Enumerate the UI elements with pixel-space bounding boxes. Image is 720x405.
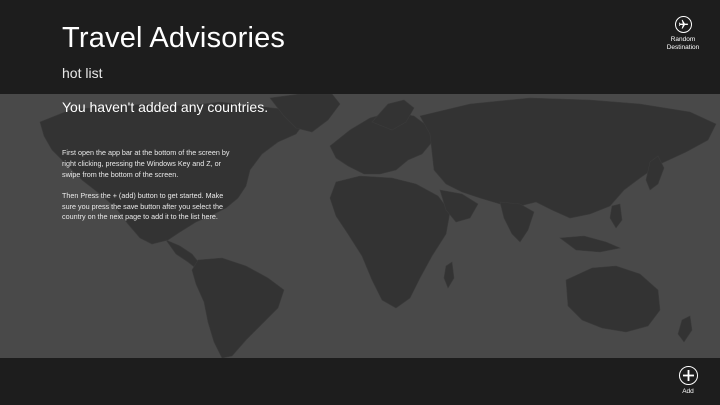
add-label: Add: [682, 388, 694, 395]
empty-list-heading: You haven't added any countries.: [62, 99, 269, 115]
instructions-paragraph-2: Then Press the + (add) button to get sta…: [62, 190, 224, 222]
add-button[interactable]: Add: [668, 366, 708, 396]
random-destination-button[interactable]: Random Destination: [659, 16, 707, 52]
australia-landmass: [565, 265, 661, 333]
madagascar-landmass: [443, 261, 455, 289]
india-landmass: [499, 201, 535, 243]
bottom-app-bar: [0, 358, 720, 405]
philippines-landmass: [609, 203, 623, 229]
random-destination-label-line1: Random: [670, 36, 696, 43]
airplane-icon: [674, 16, 692, 33]
instructions-paragraph-1: First open the app bar at the bottom of …: [62, 148, 230, 179]
page-subtitle: hot list: [62, 65, 103, 81]
plus-icon: [678, 366, 698, 385]
indonesia-landmass: [559, 235, 622, 253]
south-america-landmass: [191, 257, 285, 358]
page-title: Travel Advisories: [62, 22, 286, 54]
africa-landmass: [329, 175, 451, 309]
new-zealand-landmass: [677, 315, 693, 343]
instructions-text: First open the app bar at the bottom of …: [62, 148, 237, 234]
random-destination-label-line2: Destination: [666, 44, 700, 51]
world-map-background: You haven't added any countries. First o…: [0, 94, 720, 358]
app-window: Travel Advisories hot list You haven't a…: [0, 0, 720, 405]
page-header: Travel Advisories hot list: [0, 0, 720, 94]
